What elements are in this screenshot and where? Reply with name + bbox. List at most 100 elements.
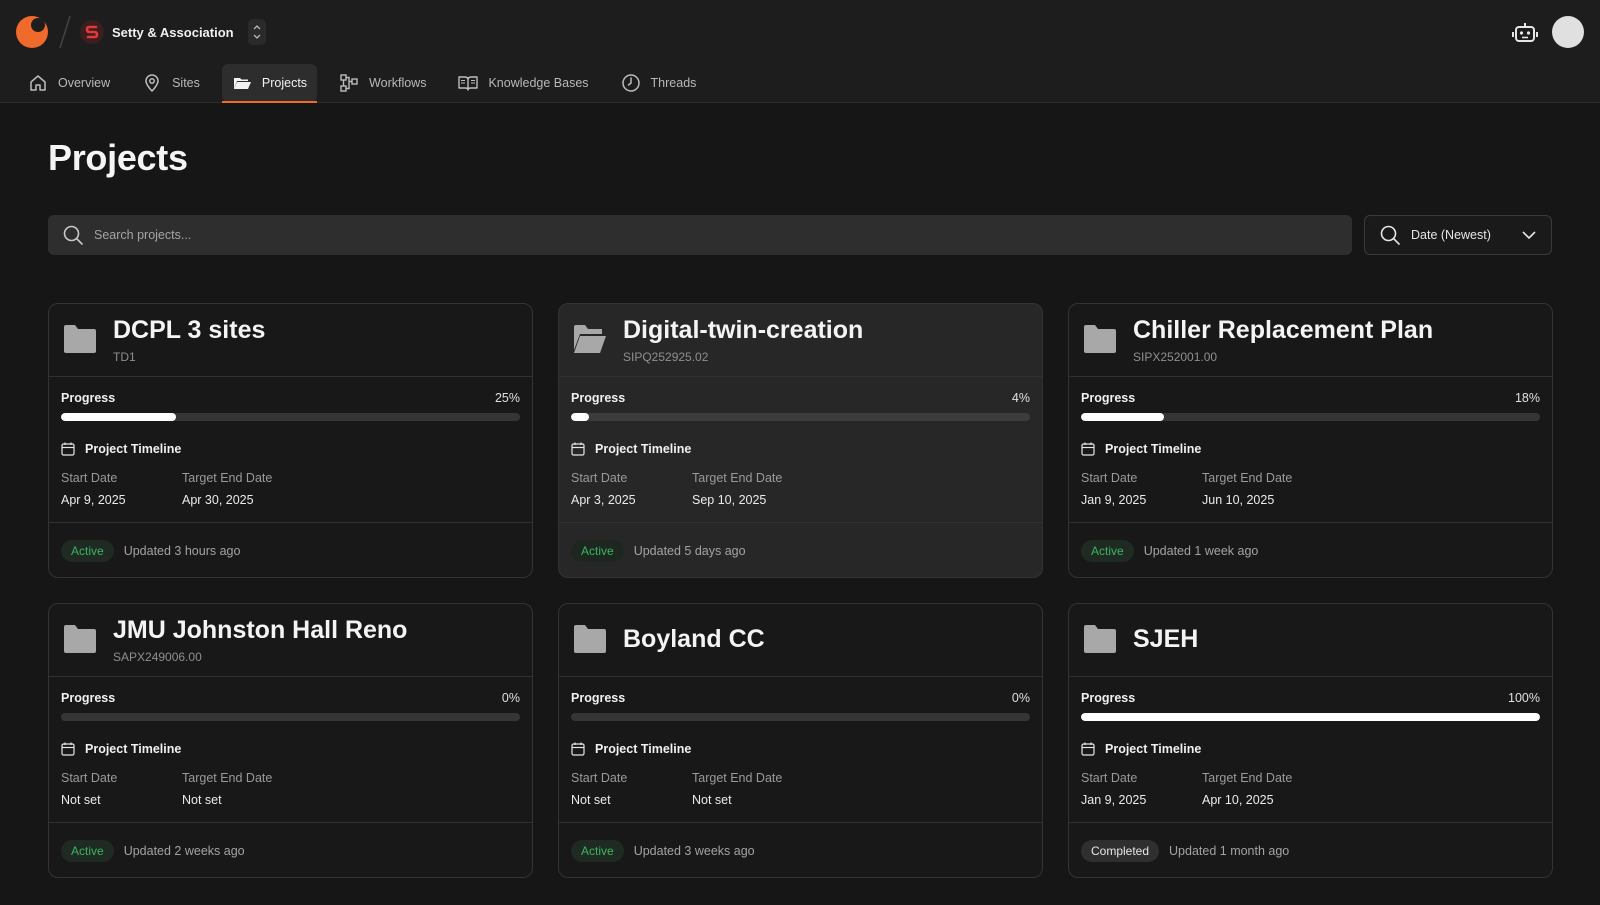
date-labels: Start Date Target End Date <box>1081 771 1292 785</box>
project-title[interactable]: DCPL 3 sites <box>113 316 265 345</box>
nav-item-label: Knowledge Bases <box>488 76 589 90</box>
updated-time: Updated 5 days ago <box>633 544 746 558</box>
progress-percent: 0% <box>1011 691 1030 705</box>
date-values: Jan 9, 2025 Apr 10, 2025 <box>1081 793 1274 807</box>
nav-item-knowledge-bases[interactable]: Knowledge Bases <box>448 64 598 102</box>
project-grid: DCPL 3 sites TD1 Progress 25% Project Ti… <box>48 303 1553 878</box>
progress-percent: 25% <box>494 391 520 405</box>
progress-label: Progress <box>61 391 116 405</box>
calendar-icon <box>61 442 75 456</box>
card-footer: Active Updated 5 days ago <box>559 522 1042 577</box>
progress-bar <box>1081 713 1540 721</box>
end-date-value: Not set <box>182 793 222 807</box>
nav-item-projects[interactable]: Projects <box>221 64 318 103</box>
calendar-icon <box>61 742 75 756</box>
org-switcher[interactable]: Setty & Association <box>80 19 266 45</box>
nav-item-sites[interactable]: Sites <box>132 64 210 102</box>
app-logo-icon[interactable] <box>16 16 48 48</box>
end-date-label: Target End Date <box>692 471 783 485</box>
calendar-icon <box>1081 742 1095 756</box>
folder-icon <box>574 625 606 653</box>
progress-row: Progress 0% <box>61 691 520 705</box>
date-values: Not set Not set <box>571 793 732 807</box>
folder-icon <box>64 625 96 653</box>
progress-bar-fill <box>1081 713 1540 721</box>
progress-row: Progress 4% <box>571 391 1030 405</box>
nav-item-workflows[interactable]: Workflows <box>329 64 436 102</box>
status-badge: Active <box>571 840 624 862</box>
updated-time: Updated 3 weeks ago <box>633 844 755 858</box>
start-date-value: Not set <box>571 793 611 807</box>
date-labels: Start Date Target End Date <box>61 771 272 785</box>
project-card[interactable]: Digital-twin-creation SIPQ252925.02 Prog… <box>558 303 1043 578</box>
page-title: Projects <box>48 137 188 178</box>
progress-label: Progress <box>61 691 116 705</box>
org-logo-icon <box>80 20 104 44</box>
date-labels: Start Date Target End Date <box>1081 471 1292 485</box>
nav-item-threads[interactable]: Threads <box>611 64 707 102</box>
date-labels: Start Date Target End Date <box>571 771 782 785</box>
start-date-value: Apr 3, 2025 <box>571 493 636 507</box>
card-header: Digital-twin-creation SIPQ252925.02 <box>559 304 1042 377</box>
map-pin-icon <box>145 74 159 93</box>
project-code: SAPX249006.00 <box>113 650 202 664</box>
project-title[interactable]: Boyland CC <box>623 625 765 654</box>
folder-icon <box>1084 625 1116 653</box>
avatar[interactable] <box>1552 16 1584 48</box>
project-title[interactable]: Digital-twin-creation <box>623 316 863 345</box>
main-nav: Overview Sites Projects Workflows Knowle… <box>18 64 718 103</box>
project-card[interactable]: DCPL 3 sites TD1 Progress 25% Project Ti… <box>48 303 533 578</box>
project-card[interactable]: Chiller Replacement Plan SIPX252001.00 P… <box>1068 303 1553 578</box>
nav-item-label: Projects <box>261 76 308 90</box>
project-title[interactable]: SJEH <box>1133 625 1198 654</box>
search-input[interactable] <box>94 228 1294 242</box>
end-date-label: Target End Date <box>182 471 273 485</box>
calendar-icon <box>571 442 585 456</box>
sort-selected-value: Date (Newest) <box>1411 228 1491 242</box>
chevron-up-down-icon[interactable] <box>247 19 266 45</box>
project-title[interactable]: JMU Johnston Hall Reno <box>113 616 407 645</box>
timeline-header: Project Timeline <box>1081 742 1201 756</box>
timeline-label: Project Timeline <box>595 742 692 756</box>
card-header: JMU Johnston Hall Reno SAPX249006.00 <box>49 604 532 677</box>
progress-row: Progress 0% <box>571 691 1030 705</box>
card-header: Boyland CC <box>559 604 1042 677</box>
start-date-label: Start Date <box>571 771 628 785</box>
search-bar[interactable] <box>48 215 1352 255</box>
project-card[interactable]: SJEH Progress 100% Project Timeline Star… <box>1068 603 1553 878</box>
search-icon <box>1380 225 1400 245</box>
timeline-header: Project Timeline <box>571 442 691 456</box>
timeline-label: Project Timeline <box>85 442 182 456</box>
book-icon <box>458 76 479 91</box>
end-date-value: Jun 10, 2025 <box>1202 493 1275 507</box>
card-header: DCPL 3 sites TD1 <box>49 304 532 377</box>
start-date-value: Jan 9, 2025 <box>1081 793 1147 807</box>
nav-item-label: Threads <box>650 76 697 90</box>
nav-item-label: Overview <box>58 76 111 90</box>
project-card[interactable]: JMU Johnston Hall Reno SAPX249006.00 Pro… <box>48 603 533 878</box>
robot-icon[interactable] <box>1512 20 1538 46</box>
folder-icon <box>64 325 96 353</box>
start-date-label: Start Date <box>1081 471 1138 485</box>
card-header: SJEH <box>1069 604 1552 677</box>
progress-label: Progress <box>571 391 626 405</box>
progress-bar <box>1081 413 1540 421</box>
progress-bar-fill <box>61 413 176 421</box>
project-card[interactable]: Boyland CC Progress 0% Project Timeline … <box>558 603 1043 878</box>
status-badge: Active <box>61 840 114 862</box>
progress-label: Progress <box>571 691 626 705</box>
date-labels: Start Date Target End Date <box>571 471 782 485</box>
progress-row: Progress 100% <box>1081 691 1540 705</box>
project-title[interactable]: Chiller Replacement Plan <box>1133 316 1433 345</box>
nav-item-overview[interactable]: Overview <box>18 64 120 102</box>
updated-time: Updated 1 week ago <box>1143 544 1259 558</box>
sort-dropdown[interactable]: Date (Newest) <box>1364 215 1552 255</box>
nav-item-label: Sites <box>172 76 200 90</box>
status-badge: Completed <box>1081 840 1160 862</box>
progress-row: Progress 18% <box>1081 391 1540 405</box>
status-badge: Active <box>61 540 114 562</box>
date-values: Jan 9, 2025 Jun 10, 2025 <box>1081 493 1274 507</box>
start-date-value: Apr 9, 2025 <box>61 493 126 507</box>
timeline-header: Project Timeline <box>61 442 181 456</box>
search-icon <box>63 225 83 245</box>
